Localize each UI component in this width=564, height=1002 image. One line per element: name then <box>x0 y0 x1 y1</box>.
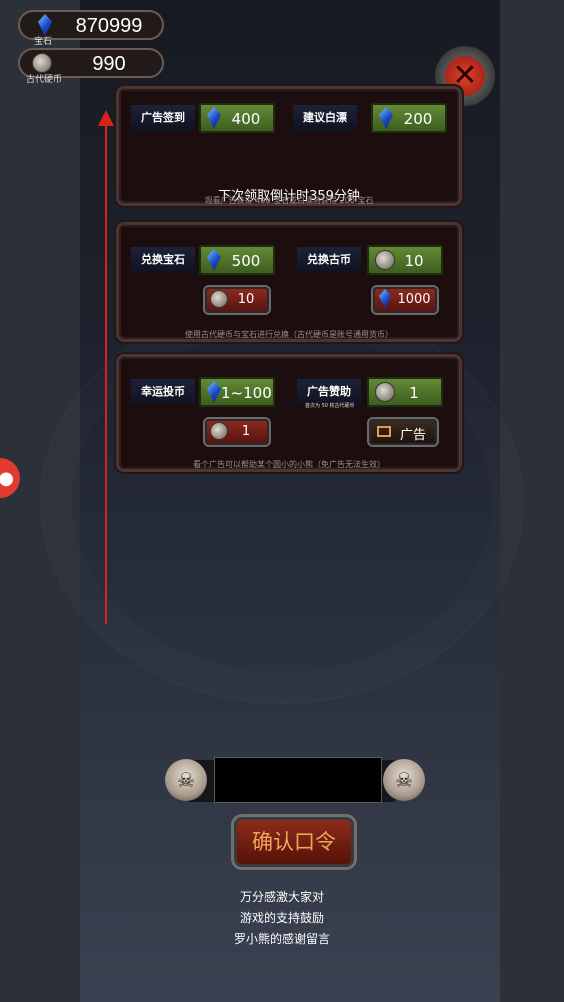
suggest-label: 建议白漂 <box>293 105 357 131</box>
arrow-line <box>105 122 107 624</box>
exchange-gem-cost-button[interactable]: 10 <box>205 287 269 313</box>
skull-right-icon: ☠ <box>383 759 425 801</box>
exchange-footnote: 使用古代硬币与宝石进行兑换（古代硬币是账号通用货币） <box>185 330 393 339</box>
gem-icon <box>207 107 221 129</box>
exchange-panel: 兑换宝石 500 10 兑换古币 10 1000 使用古代硬币与宝石进行兑换（古… <box>116 222 462 342</box>
exchange-gem-label: 兑换宝石 <box>131 247 195 273</box>
suggest-reward: 200 <box>403 110 433 128</box>
coin-count: 990 <box>92 53 126 75</box>
gem-icon <box>38 14 52 36</box>
gem-icon <box>379 289 391 309</box>
lucky-label: 幸运投币 <box>131 379 195 405</box>
sponsor-button[interactable]: 1 <box>367 377 443 407</box>
thanks-line-2: 游戏的支持鼓励 <box>239 911 324 925</box>
gem-icon <box>207 249 221 271</box>
sign-in-footnote: 观看广告获得 400 宝石或白漂将获得 200 宝石 <box>204 196 374 205</box>
sponsor-value: 1 <box>409 384 419 402</box>
thanks-line-3: 罗小熊的感谢留言 <box>233 932 330 946</box>
sign-in-panel: 广告签到 400 建议白漂 200 下次领取倒计时359分钟 观看广告获得 40… <box>116 86 462 206</box>
gem-icon <box>379 107 393 129</box>
ad-sign-reward: 400 <box>231 110 261 128</box>
exchange-coin-cost: 1000 <box>397 292 431 307</box>
ad-sign-button[interactable]: 400 <box>199 103 275 133</box>
suggest-button[interactable]: 200 <box>371 103 447 133</box>
lucky-panel: 幸运投币 1~100 1 广告赞助 首次为 50 枚古代硬币 1 广告 看个广告… <box>116 354 462 472</box>
lucky-range: 1~100 <box>221 384 272 402</box>
exchange-coin-cost-button[interactable]: 1000 <box>373 287 437 313</box>
watch-ad-label: 广告 <box>399 428 426 443</box>
exchange-coin-label: 兑换古币 <box>297 247 361 273</box>
coin-counter: 990 古代硬币 <box>18 48 164 85</box>
film-icon <box>377 426 391 437</box>
coin-icon <box>32 53 52 73</box>
exchange-gem-cost: 10 <box>237 292 255 307</box>
gem-counter: 870999 宝石 <box>18 10 164 47</box>
sponsor-note: 首次为 50 枚古代硬币 <box>305 403 355 409</box>
exchange-coin-value: 10 <box>404 252 424 270</box>
exchange-gem-button[interactable]: 500 <box>199 245 275 275</box>
confirm-code-button[interactable]: 确认口令 <box>234 817 354 867</box>
lucky-footnote: 看个广告可以帮助某个圆小的小熊（免广告无法生效） <box>193 460 385 469</box>
coin-icon <box>210 422 228 440</box>
gem-caption: 宝石 <box>34 37 53 47</box>
skull-left-icon: ☠ <box>165 759 207 801</box>
ad-sign-label: 广告签到 <box>131 105 195 131</box>
gem-icon <box>207 381 221 403</box>
lucky-cost: 1 <box>241 424 251 439</box>
floating-user-icon[interactable]: ● <box>0 458 20 498</box>
code-input[interactable] <box>214 757 382 803</box>
sponsor-label: 广告赞助 <box>297 379 361 405</box>
coin-caption: 古代硬币 <box>26 75 63 85</box>
watch-ad-button[interactable]: 广告 <box>369 419 437 445</box>
exchange-gem-value: 500 <box>231 252 261 270</box>
coin-icon <box>210 290 228 308</box>
lucky-cost-button[interactable]: 1 <box>205 419 269 445</box>
exchange-coin-button[interactable]: 10 <box>367 245 443 275</box>
gem-count: 870999 <box>75 15 143 37</box>
lucky-button[interactable]: 1~100 <box>199 377 275 407</box>
thanks-line-1: 万分感激大家对 <box>239 890 324 904</box>
